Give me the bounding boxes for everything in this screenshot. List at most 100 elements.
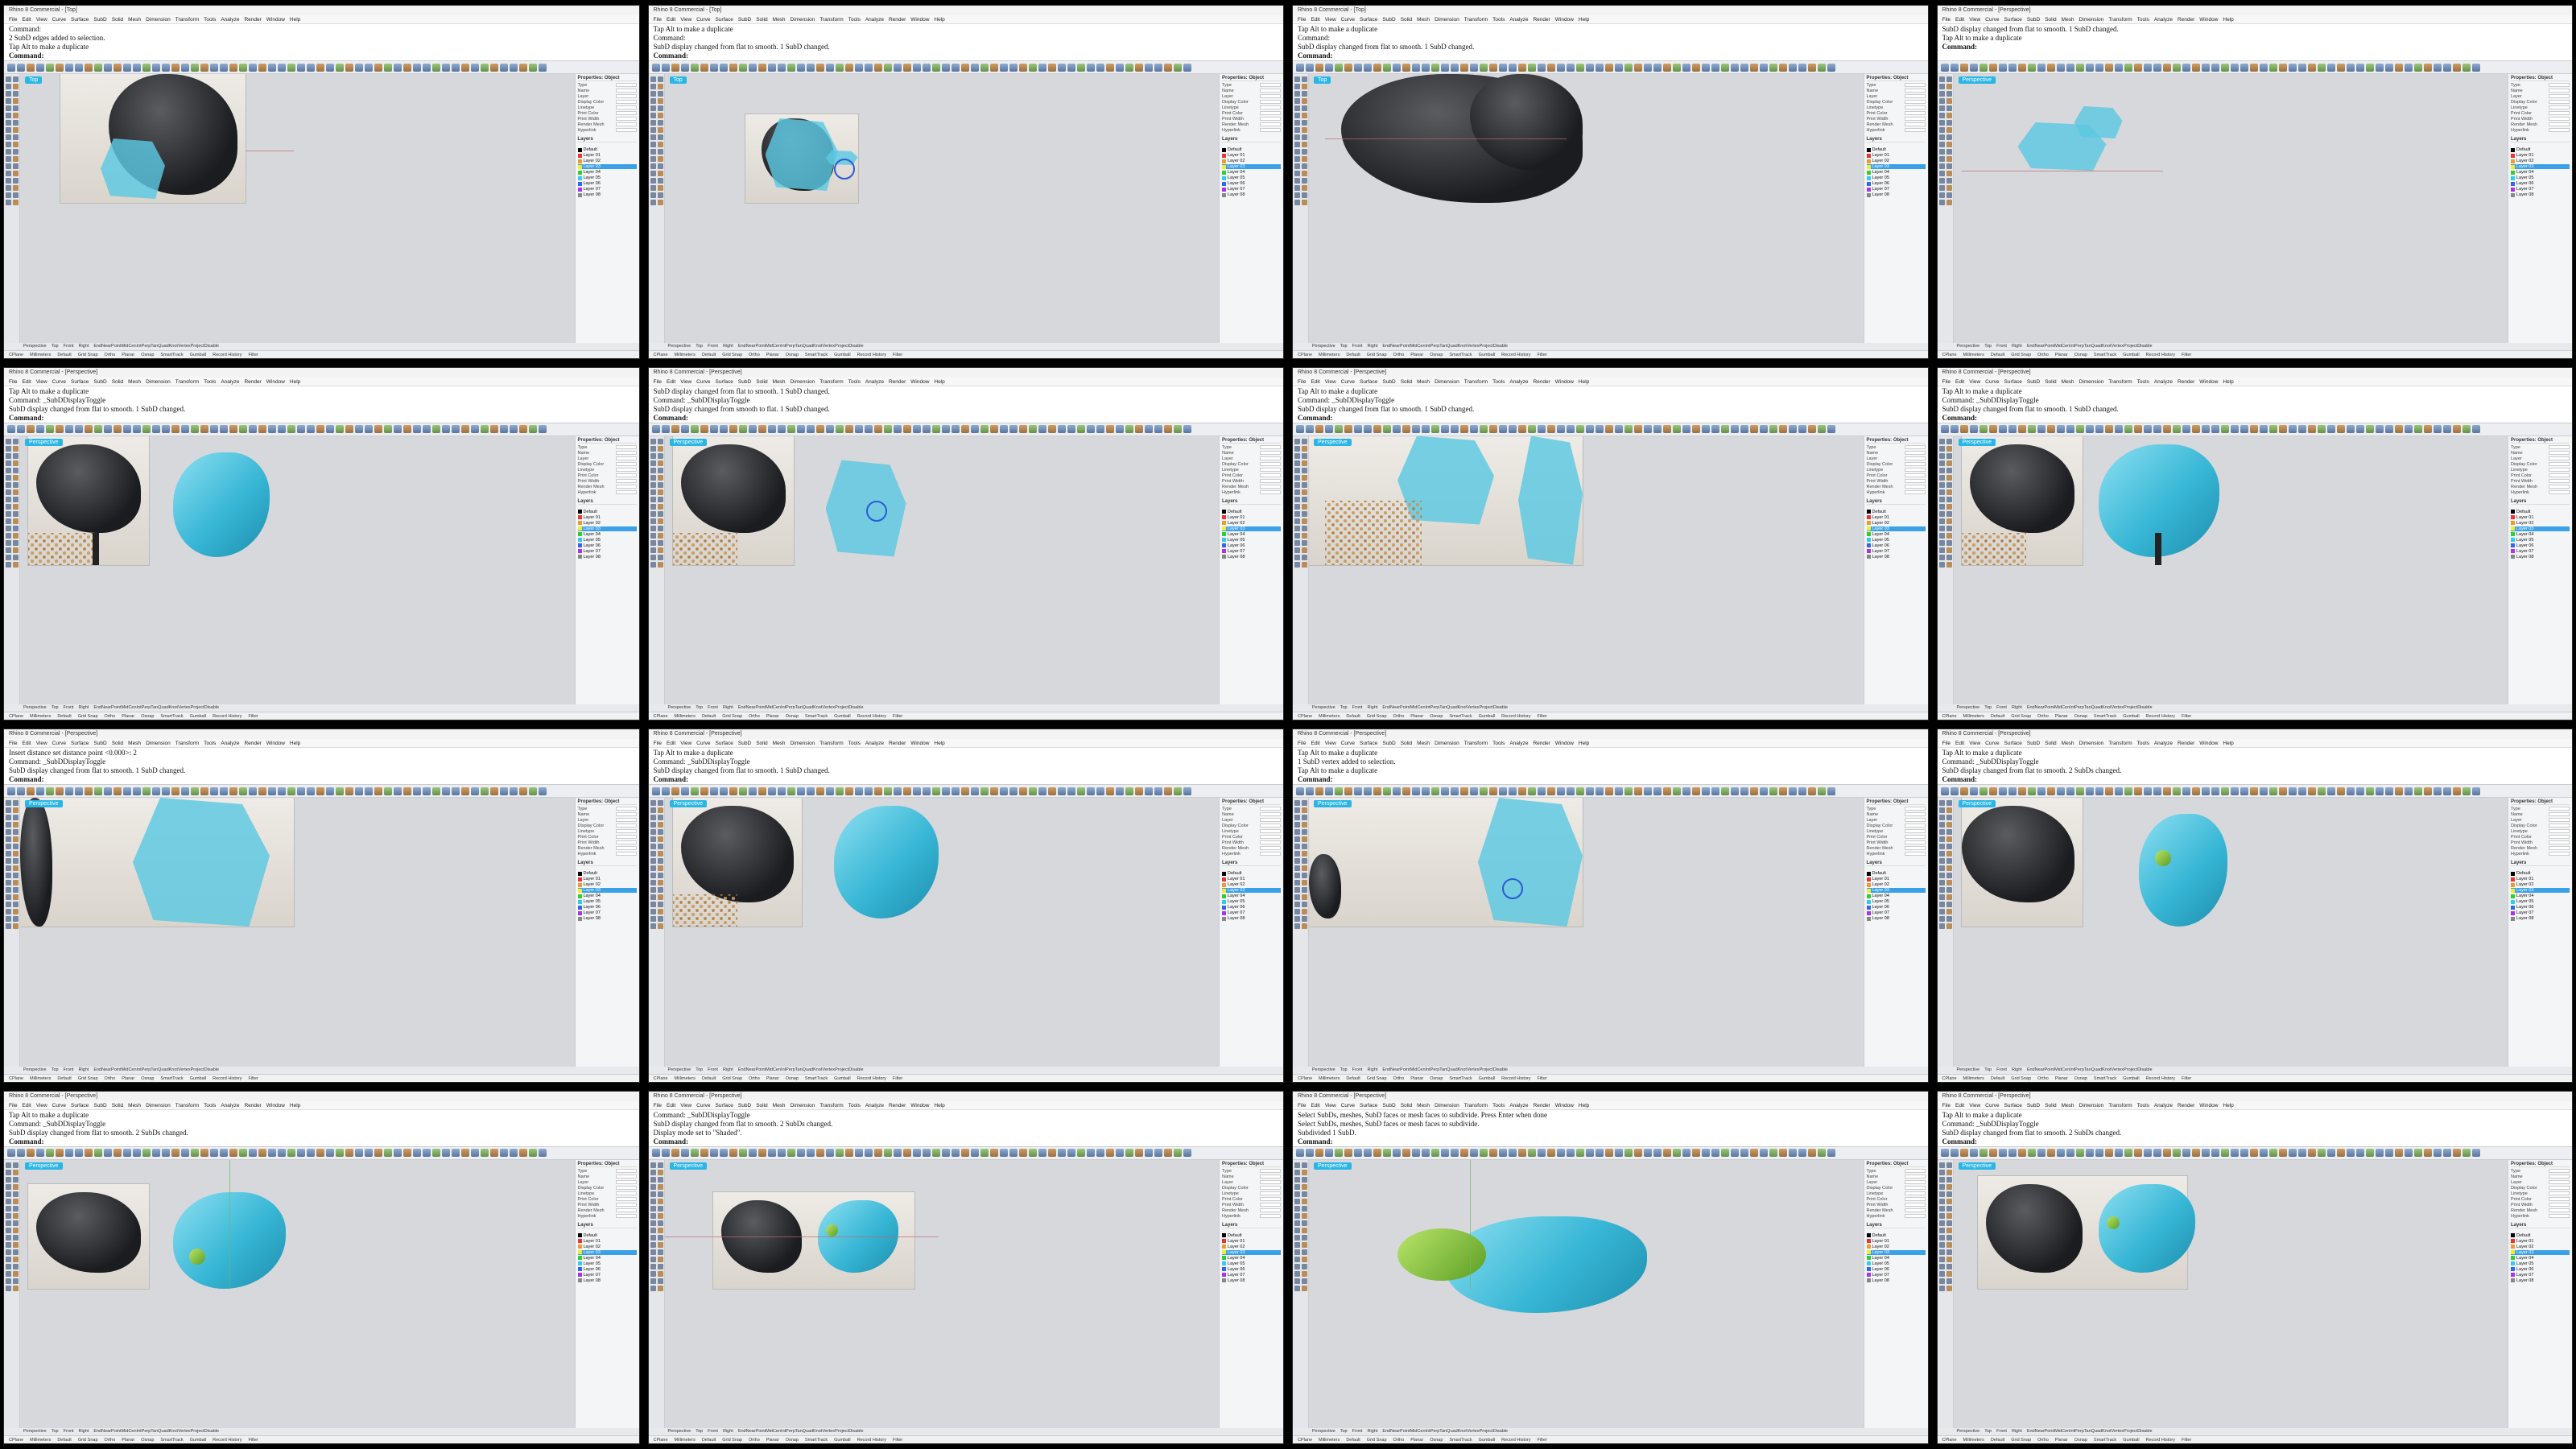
toolbar-icon[interactable] xyxy=(239,425,247,433)
tool-icon[interactable] xyxy=(1302,909,1307,914)
toolbar-icon[interactable] xyxy=(1125,425,1133,433)
menu-item-tools[interactable]: Tools xyxy=(2137,739,2149,747)
toolbar-icon[interactable] xyxy=(374,1149,382,1157)
osnap-toggle[interactable]: Near xyxy=(101,344,111,349)
menu-item-view[interactable]: View xyxy=(680,15,691,23)
viewport-tab[interactable]: Perspective xyxy=(23,1428,47,1435)
status-toggle[interactable]: Gumball xyxy=(190,712,206,720)
menu-item-solid[interactable]: Solid xyxy=(756,378,767,386)
layer-color-swatch[interactable] xyxy=(1222,899,1226,904)
toolbar-icon[interactable] xyxy=(1183,63,1191,72)
osnap-toggle[interactable]: Disable xyxy=(848,1067,863,1072)
menu-item-solid[interactable]: Solid xyxy=(1401,739,1412,747)
tool-icon[interactable] xyxy=(1946,1256,1952,1262)
layer-row[interactable]: Layer 03 xyxy=(577,1249,637,1255)
toolbar-icon[interactable] xyxy=(1798,425,1806,433)
osnap-toggle[interactable]: Cen xyxy=(2062,344,2070,349)
layer-row[interactable]: Layer 07 xyxy=(1866,549,1926,554)
toolbar-icon[interactable] xyxy=(423,63,431,72)
tool-icon[interactable] xyxy=(6,1169,11,1175)
toolbar-icon[interactable] xyxy=(1067,786,1075,795)
toolbar-icon[interactable] xyxy=(758,786,766,795)
viewport-label[interactable]: Perspective xyxy=(1958,438,1996,446)
tool-icon[interactable] xyxy=(1294,91,1300,97)
tool-icon[interactable] xyxy=(1294,894,1300,900)
tool-icon[interactable] xyxy=(657,880,663,886)
viewport-tab[interactable]: Front xyxy=(1352,704,1363,712)
viewport-tab[interactable]: Right xyxy=(1367,1067,1377,1074)
tool-icon[interactable] xyxy=(6,474,11,481)
layer-color-swatch[interactable] xyxy=(2511,877,2515,881)
viewport-tab[interactable]: Top xyxy=(52,704,59,712)
tool-icon[interactable] xyxy=(650,178,656,184)
layer-row[interactable]: Layer 08 xyxy=(2511,192,2570,197)
menu-item-transform[interactable]: Transform xyxy=(2108,739,2132,747)
layer-color-swatch[interactable] xyxy=(577,888,582,893)
layer-color-swatch[interactable] xyxy=(1222,181,1226,186)
toolbar-icon[interactable] xyxy=(85,425,93,433)
status-toggle[interactable]: Planar xyxy=(122,1436,134,1443)
property-field[interactable] xyxy=(2549,807,2570,811)
viewport-tab[interactable]: Front xyxy=(1352,1067,1363,1074)
tool-icon[interactable] xyxy=(13,503,19,510)
toolbar-icon[interactable] xyxy=(815,1149,824,1157)
toolbar-icon[interactable] xyxy=(171,63,180,72)
tool-icon[interactable] xyxy=(650,815,656,820)
toolbar-icon[interactable] xyxy=(700,1149,708,1157)
menu-item-tools[interactable]: Tools xyxy=(204,378,216,386)
tool-icon[interactable] xyxy=(13,510,19,517)
menu-item-subd[interactable]: SubD xyxy=(2027,1101,2040,1109)
status-toggle[interactable]: Gumball xyxy=(190,1075,206,1082)
layer-color-swatch[interactable] xyxy=(1866,1278,1871,1282)
tool-icon[interactable] xyxy=(13,438,19,444)
toolbar-icon[interactable] xyxy=(210,1149,218,1157)
toolbar-icon[interactable] xyxy=(1769,1149,1777,1157)
menu-item-help[interactable]: Help xyxy=(2223,739,2233,747)
tool-icon[interactable] xyxy=(13,894,19,900)
toolbar-icon[interactable] xyxy=(258,63,266,72)
toolbar-icon[interactable] xyxy=(1115,63,1124,72)
toolbar-icon[interactable] xyxy=(1009,786,1018,795)
property-field[interactable] xyxy=(1260,846,1281,850)
tool-icon[interactable] xyxy=(6,452,11,459)
layer-row[interactable]: Layer 07 xyxy=(1866,910,1926,915)
property-field[interactable] xyxy=(1904,94,1926,98)
osnap-toggle[interactable]: Vertex xyxy=(178,1067,191,1072)
tool-icon[interactable] xyxy=(1302,836,1307,842)
toolbar-icon[interactable] xyxy=(287,786,295,795)
viewport-tab[interactable]: Front xyxy=(64,1428,74,1435)
tool-icon[interactable] xyxy=(657,923,663,929)
layer-row[interactable]: Layer 06 xyxy=(1222,181,1281,186)
toolbar-icon[interactable] xyxy=(162,1149,170,1157)
tool-icon[interactable] xyxy=(1294,1249,1300,1255)
toolbar-icon[interactable] xyxy=(844,1149,853,1157)
toolbar-icon[interactable] xyxy=(767,1149,776,1157)
status-toggle[interactable]: Gumball xyxy=(834,1075,850,1082)
status-layer[interactable]: Default xyxy=(57,712,71,720)
toolbar-icon[interactable] xyxy=(1740,1149,1748,1157)
viewport-tab[interactable]: Top xyxy=(1340,1428,1348,1435)
toolbar-icon[interactable] xyxy=(931,425,940,433)
menu-item-help[interactable]: Help xyxy=(1579,378,1589,386)
viewport-tab[interactable]: Perspective xyxy=(668,1428,691,1435)
property-field[interactable] xyxy=(1260,1185,1281,1190)
layer-color-swatch[interactable] xyxy=(1866,910,1871,915)
status-toggle[interactable]: Grid Snap xyxy=(78,351,98,358)
tool-icon[interactable] xyxy=(1938,76,1945,82)
toolbar-icon[interactable] xyxy=(2230,425,2239,433)
toolbar-icon[interactable] xyxy=(133,1149,141,1157)
layer-row[interactable]: Layer 06 xyxy=(577,905,637,910)
tool-icon[interactable] xyxy=(1294,1278,1300,1284)
osnap-toggle[interactable]: Tan xyxy=(795,344,803,349)
osnap-toggle[interactable]: Near xyxy=(1390,1429,1400,1434)
layer-color-swatch[interactable] xyxy=(1866,549,1871,553)
toolbar-icon[interactable] xyxy=(1731,425,1739,433)
tool-icon[interactable] xyxy=(1294,503,1300,510)
tool-icon[interactable] xyxy=(1946,539,1952,546)
menu-item-solid[interactable]: Solid xyxy=(112,1101,123,1109)
layer-color-swatch[interactable] xyxy=(577,910,582,915)
toolbar-icon[interactable] xyxy=(2259,1149,2268,1157)
toolbar-icon[interactable] xyxy=(1692,1149,1700,1157)
tool-icon[interactable] xyxy=(6,496,11,502)
tool-icon[interactable] xyxy=(650,185,656,191)
